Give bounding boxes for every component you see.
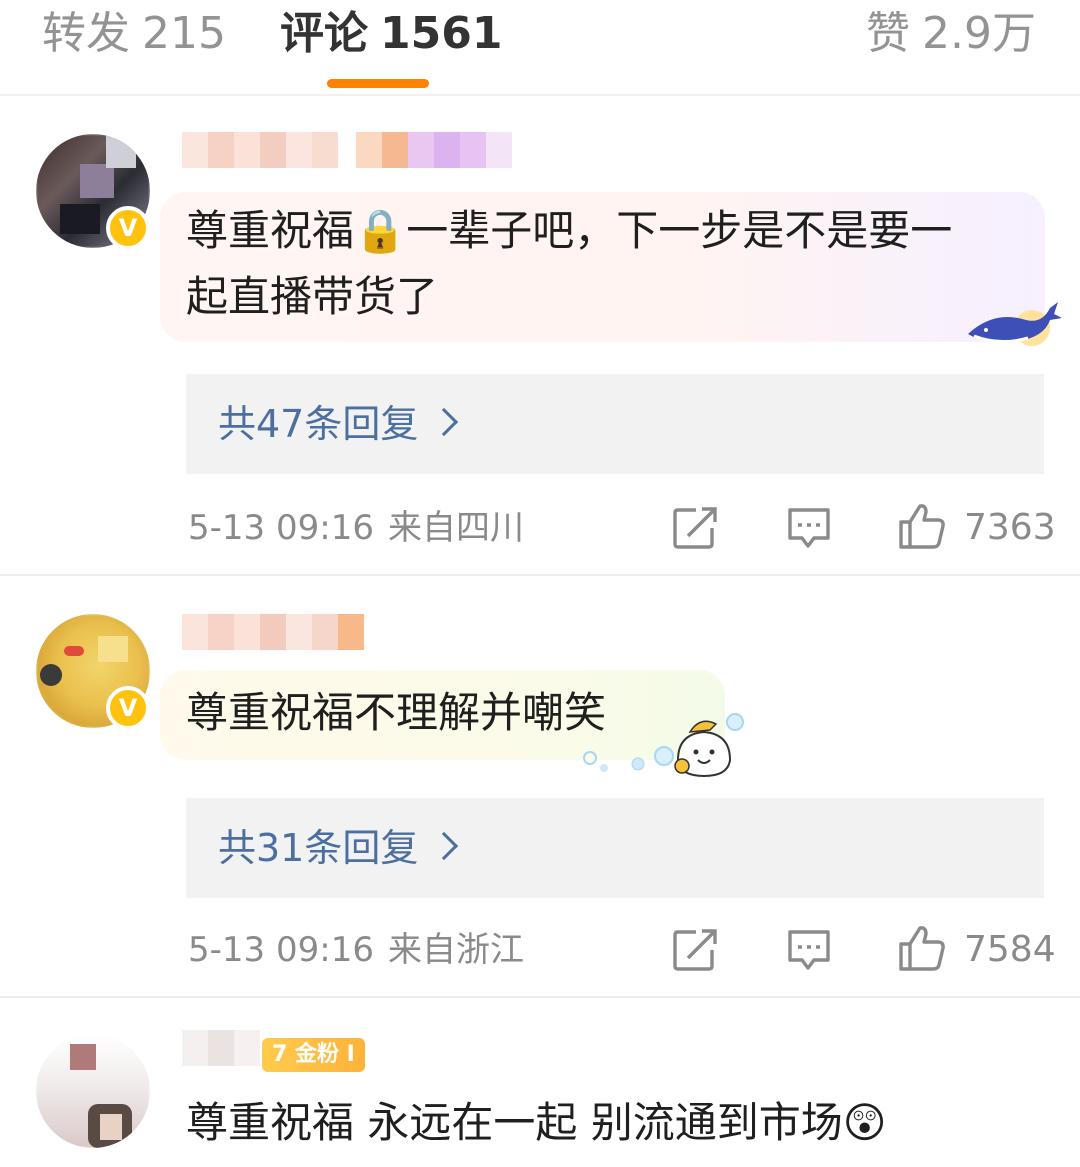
tab-comments-label: 评论 [280, 8, 368, 59]
tab-reposts-count: 215 [142, 8, 226, 59]
comment-item: V 尊重祝福🔒一辈子吧，下一步是不是要一 起直播带货了 共47条回复 5-13 … [0, 98, 1080, 576]
comment-meta: 5-13 09:16 来自四川 [188, 506, 524, 550]
username[interactable] [182, 1030, 260, 1066]
divider [0, 996, 1080, 998]
divider [0, 574, 1080, 576]
username[interactable] [182, 132, 512, 168]
comment-item: V 尊重祝福不理解并嘲笑 共31条回复 5-13 09:16 来自浙江 7584 [0, 578, 1080, 998]
like-icon[interactable] [898, 924, 946, 972]
comment-text-line: 尊重祝福 永远在一起 别流通到市场😲 [186, 1090, 887, 1156]
replies-label: 共31条回复 [218, 826, 419, 870]
tab-comments-count: 1561 [380, 8, 503, 59]
chevron-right-icon [429, 407, 459, 437]
tab-likes-label: 赞 [866, 8, 911, 59]
repost-icon[interactable] [672, 928, 718, 972]
replies-label: 共47条回复 [218, 402, 419, 446]
comment-text-line: 起直播带货了 [186, 272, 439, 321]
comment-date: 5-13 09:16 [188, 508, 374, 548]
comment-meta: 5-13 09:16 来自浙江 [188, 928, 524, 972]
tab-likes-count: 2.9万 [922, 8, 1036, 59]
replies-button[interactable]: 共47条回复 [186, 374, 1044, 474]
verified-badge: V [106, 206, 150, 250]
username[interactable] [182, 614, 364, 650]
fan-level-badge: 7 金粉 I [262, 1038, 365, 1072]
comment-location: 来自四川 [387, 508, 524, 548]
tab-reposts-label: 转发 [42, 8, 130, 59]
comment-text-line: 尊重祝福不理解并嘲笑 [186, 688, 607, 737]
like-count: 7584 [964, 929, 1056, 970]
verified-badge: V [106, 686, 150, 730]
tab-comments[interactable]: 评论 1561 [280, 8, 502, 60]
comment-item: 7 金粉 I 尊重祝福 永远在一起 别流通到市场😲 [0, 1000, 1080, 1167]
comment-text: 尊重祝福 永远在一起 别流通到市场 [186, 1098, 843, 1147]
tab-likes[interactable]: 赞 2.9万 [866, 8, 1036, 60]
comment-text-line: 尊重祝福🔒一辈子吧，下一步是不是要一 [186, 206, 953, 255]
tab-reposts[interactable]: 转发 215 [42, 8, 226, 60]
cartoon-sticker [583, 713, 744, 778]
surprised-emoji: 😲 [842, 1098, 887, 1147]
active-tab-indicator [327, 79, 429, 88]
avatar[interactable] [36, 1034, 150, 1148]
repost-icon[interactable] [672, 506, 718, 550]
comment-date: 5-13 09:16 [188, 930, 374, 970]
like-count: 7363 [964, 507, 1056, 548]
chevron-right-icon [429, 831, 459, 861]
comment-tabs: 转发 215 评论 1561 赞 2.9万 [0, 0, 1080, 96]
comment-icon[interactable] [786, 506, 832, 550]
comment-location: 来自浙江 [387, 930, 524, 970]
replies-button[interactable]: 共31条回复 [186, 798, 1044, 898]
comment-icon[interactable] [786, 928, 832, 972]
whale-sticker [968, 302, 1062, 346]
like-icon[interactable] [898, 502, 946, 550]
